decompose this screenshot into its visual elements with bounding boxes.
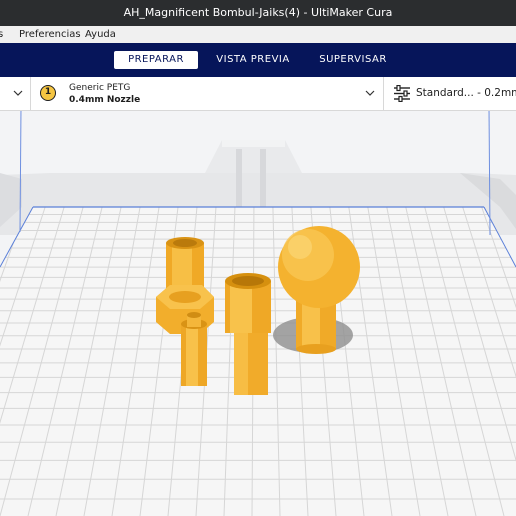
- nozzle-size: 0.4mm Nozzle: [69, 95, 141, 105]
- material-selector-panel[interactable]: 1 Generic PETG 0.4mm Nozzle: [31, 77, 384, 111]
- tab-monitor[interactable]: SUPERVISAR: [312, 51, 394, 69]
- tab-preview[interactable]: VISTA PREVIA: [210, 51, 296, 69]
- model-small-pin: [181, 312, 207, 386]
- bracket-slot-left: [236, 149, 242, 209]
- window-title-bar: AH_Magnificent Bombul-Jaiks(4) - UltiMak…: [0, 0, 516, 26]
- window-title: AH_Magnificent Bombul-Jaiks(4) - UltiMak…: [123, 6, 393, 19]
- sliders-icon: [394, 85, 410, 102]
- stage-menu: PREPARAR VISTA PREVIA SUPERVISAR: [0, 43, 516, 77]
- menu-bar: s Preferencias Ayuda: [0, 26, 516, 43]
- 3d-viewport[interactable]: [0, 77, 516, 516]
- material-name: Generic PETG: [69, 83, 131, 93]
- chevron-down-icon[interactable]: [13, 89, 23, 97]
- printer-selector-panel[interactable]: [0, 77, 31, 111]
- chevron-down-icon[interactable]: [365, 89, 375, 97]
- build-plate-scene[interactable]: [0, 77, 516, 516]
- bracket-slot-right: [260, 149, 266, 209]
- menu-item-preferences[interactable]: Preferencias: [19, 26, 81, 43]
- menu-item-settings[interactable]: s: [0, 26, 3, 43]
- extruder-badge: 1: [40, 85, 56, 101]
- print-profile-label: Standard... - 0.2mm: [416, 87, 516, 99]
- tab-prepare[interactable]: PREPARAR: [114, 51, 198, 69]
- print-settings-panel[interactable]: Standard... - 0.2mm: [384, 77, 516, 111]
- menu-item-help[interactable]: Ayuda: [85, 26, 116, 43]
- printer-bracket-top: [222, 140, 285, 147]
